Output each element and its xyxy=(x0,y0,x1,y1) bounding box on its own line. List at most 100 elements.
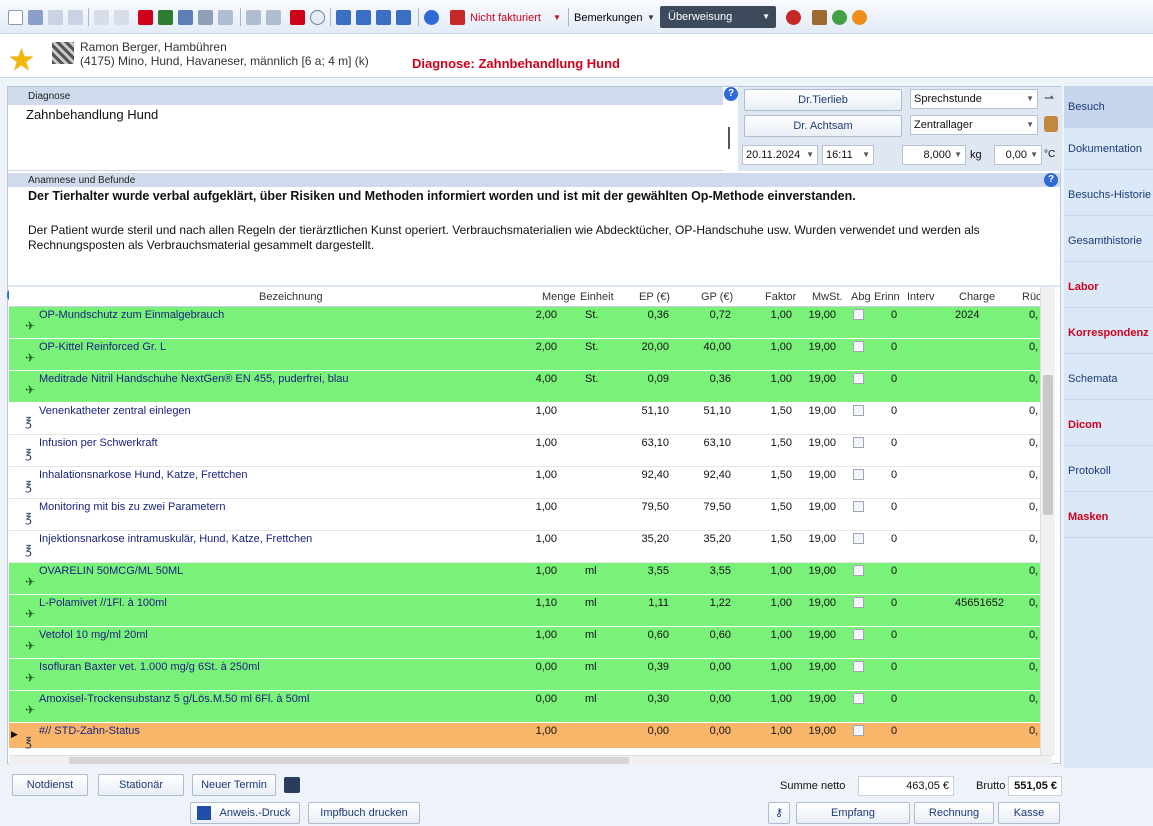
cell-return[interactable]: 0, xyxy=(1029,373,1038,385)
cell-factor[interactable]: 1,00 xyxy=(771,309,792,321)
cell-quantity[interactable]: 1,00 xyxy=(536,405,557,417)
cell-unit-price[interactable]: 20,00 xyxy=(641,341,669,353)
date-field[interactable]: 20.11.2024 ▼ xyxy=(742,145,818,165)
cell-quantity[interactable]: 2,00 xyxy=(536,309,557,321)
cell-reminder[interactable]: 0 xyxy=(891,533,897,545)
abg-checkbox[interactable] xyxy=(853,341,864,352)
cell-unit[interactable]: St. xyxy=(585,373,598,385)
column-header[interactable]: Charge xyxy=(959,291,995,303)
temperature-field[interactable]: 0,00 ▼ xyxy=(994,145,1042,165)
table-row[interactable]: ✈ Vetofol 10 mg/ml 20ml 1,00 ml 0,60 0,60 1,00… xyxy=(9,627,1052,659)
cell-factor[interactable]: 1,00 xyxy=(771,341,792,353)
paste-icon[interactable] xyxy=(114,10,129,25)
cell-unit-price[interactable]: 79,50 xyxy=(641,501,669,513)
cell-item-name[interactable]: Isofluran Baxter vet. 1.000 mg/g 6St. à … xyxy=(39,661,260,673)
chevron-down-icon[interactable]: ▼ xyxy=(647,10,655,26)
tab-besuchs-historie[interactable]: Besuchs-Historie xyxy=(1064,174,1153,216)
time-field[interactable]: 16:11 ▼ xyxy=(822,145,874,165)
cell-factor[interactable]: 1,00 xyxy=(771,629,792,641)
cell-reminder[interactable]: 0 xyxy=(891,725,897,737)
cell-unit-price[interactable]: 0,39 xyxy=(648,661,669,673)
cell-total-price[interactable]: 79,50 xyxy=(703,501,731,513)
cell-total-price[interactable]: 3,55 xyxy=(710,565,731,577)
cell-total-price[interactable]: 0,60 xyxy=(710,629,731,641)
weight-field[interactable]: 8,000 ▼ xyxy=(902,145,966,165)
column-header[interactable]: MwSt. xyxy=(812,291,843,303)
pin-icon[interactable]: ⇀ xyxy=(1044,91,1054,105)
table-row[interactable]: ℥ Inhalationsnarkose Hund, Katze, Frettch… xyxy=(9,467,1052,499)
cell-unit[interactable]: St. xyxy=(585,341,598,353)
cell-return[interactable]: 0, xyxy=(1029,501,1038,513)
cell-quantity[interactable]: 0,00 xyxy=(536,661,557,673)
cell-return[interactable]: 0, xyxy=(1029,405,1038,417)
cell-quantity[interactable]: 0,00 xyxy=(536,693,557,705)
cell-vat[interactable]: 19,00 xyxy=(808,725,836,737)
cell-total-price[interactable]: 0,00 xyxy=(710,725,731,737)
print-icon[interactable] xyxy=(198,10,213,25)
cell-reminder[interactable]: 0 xyxy=(891,565,897,577)
tab-protokoll[interactable]: Protokoll xyxy=(1064,450,1153,492)
table-row[interactable]: ℥ Venenkatheter zentral einlegen 1,00 51,10… xyxy=(9,403,1052,435)
cell-factor[interactable]: 1,00 xyxy=(771,661,792,673)
cell-reminder[interactable]: 0 xyxy=(891,661,897,673)
filter-clear-icon[interactable] xyxy=(68,10,83,25)
column-header[interactable]: GP (€) xyxy=(701,291,733,303)
cell-batch[interactable]: 2024 xyxy=(955,309,979,321)
cell-item-name[interactable]: OP-Kittel Reinforced Gr. L xyxy=(39,341,166,353)
cell-unit-price[interactable]: 51,10 xyxy=(641,405,669,417)
cell-factor[interactable]: 1,00 xyxy=(771,693,792,705)
cell-item-name[interactable]: Injektionsnarkose intramuskulär, Hund, K… xyxy=(39,533,312,545)
doctor1-button[interactable]: Dr.Tierlieb xyxy=(744,89,902,111)
help-icon[interactable]: ? xyxy=(1044,173,1058,187)
cell-return[interactable]: 0, xyxy=(1029,565,1038,577)
cell-return[interactable]: 0, xyxy=(1029,469,1038,481)
cell-quantity[interactable]: 1,00 xyxy=(536,501,557,513)
info-icon[interactable] xyxy=(424,10,439,25)
abg-checkbox[interactable] xyxy=(853,309,864,320)
cell-total-price[interactable]: 0,36 xyxy=(710,373,731,385)
cell-reminder[interactable]: 0 xyxy=(891,597,897,609)
cell-quantity[interactable]: 1,00 xyxy=(536,725,557,737)
kasse-button[interactable]: Kasse xyxy=(998,802,1060,824)
cell-quantity[interactable]: 1,10 xyxy=(536,597,557,609)
table-row[interactable]: ✈ OP-Mundschutz zum Einmalgebrauch 2,00 St.… xyxy=(9,307,1052,339)
abg-checkbox[interactable] xyxy=(853,405,864,416)
medication-icon[interactable] xyxy=(138,10,153,25)
table-row[interactable]: ℥ Infusion per Schwerkraft 1,00 63,10 63,10 1… xyxy=(9,435,1052,467)
tab-korrespondenz[interactable]: Korrespondenz xyxy=(1064,312,1153,354)
abg-checkbox[interactable] xyxy=(853,533,864,544)
cell-factor[interactable]: 1,00 xyxy=(771,597,792,609)
tab-masken[interactable]: Masken xyxy=(1064,496,1153,538)
refresh-icon[interactable] xyxy=(832,10,847,25)
cell-quantity[interactable]: 4,00 xyxy=(536,373,557,385)
tab-dokumentation[interactable]: Dokumentation xyxy=(1064,128,1153,170)
cell-factor[interactable]: 1,50 xyxy=(771,533,792,545)
chevron-down-icon[interactable]: ▼ xyxy=(553,10,561,26)
cell-total-price[interactable]: 0,00 xyxy=(710,693,731,705)
cell-return[interactable]: 0, xyxy=(1029,661,1038,673)
tab-schemata[interactable]: Schemata xyxy=(1064,358,1153,400)
new-document-icon[interactable] xyxy=(8,10,23,25)
chart-icon[interactable] xyxy=(812,10,827,25)
template-icon[interactable] xyxy=(246,10,261,25)
cell-reminder[interactable]: 0 xyxy=(891,501,897,513)
cell-unit-price[interactable]: 0,30 xyxy=(648,693,669,705)
cell-vat[interactable]: 19,00 xyxy=(808,405,836,417)
cell-quantity[interactable]: 1,00 xyxy=(536,629,557,641)
cell-quantity[interactable]: 1,00 xyxy=(536,565,557,577)
column-header[interactable]: Faktor xyxy=(765,291,796,303)
abg-checkbox[interactable] xyxy=(853,597,864,608)
cell-total-price[interactable]: 1,22 xyxy=(710,597,731,609)
save-icon[interactable] xyxy=(28,10,43,25)
owner-name[interactable]: Ramon Berger, Hambühren xyxy=(80,40,227,54)
print-vaccination-book-button[interactable]: Impfbuch drucken xyxy=(308,802,420,824)
tools-icon[interactable] xyxy=(290,10,305,25)
tab-gesamthistorie[interactable]: Gesamthistorie xyxy=(1064,220,1153,262)
table-row[interactable]: ✈ L-Polamivet //1Fl. à 100ml 1,10 ml 1,11 1,2… xyxy=(9,595,1052,627)
abg-checkbox[interactable] xyxy=(853,373,864,384)
cell-reminder[interactable]: 0 xyxy=(891,341,897,353)
cell-unit-price[interactable]: 92,40 xyxy=(641,469,669,481)
tab-labor[interactable]: Labor xyxy=(1064,266,1153,308)
cell-vat[interactable]: 19,00 xyxy=(808,341,836,353)
cell-total-price[interactable]: 35,20 xyxy=(703,533,731,545)
